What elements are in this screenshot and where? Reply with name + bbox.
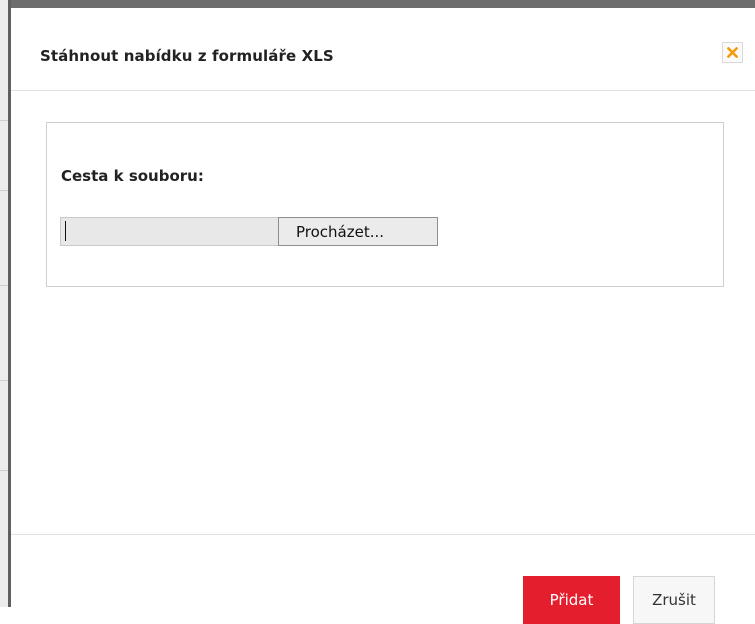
file-path-label: Cesta k souboru: bbox=[61, 167, 204, 185]
file-upload-panel: Cesta k souboru: Procházet... bbox=[46, 122, 724, 287]
text-caret bbox=[65, 221, 66, 241]
add-button[interactable]: Přidat bbox=[523, 576, 620, 624]
close-button[interactable] bbox=[722, 42, 743, 63]
import-dialog: Stáhnout nabídku z formuláře XLS Cesta k… bbox=[11, 8, 755, 624]
dialog-title: Stáhnout nabídku z formuláře XLS bbox=[40, 47, 334, 65]
dialog-footer: Přidat Zrušit bbox=[11, 534, 755, 624]
dialog-header: Stáhnout nabídku z formuláře XLS bbox=[11, 8, 755, 91]
close-x-icon bbox=[727, 47, 738, 58]
backdrop-top-edge bbox=[0, 0, 755, 8]
cancel-button[interactable]: Zrušit bbox=[633, 576, 715, 624]
browse-button[interactable]: Procházet... bbox=[278, 217, 438, 246]
file-path-caret-holder bbox=[60, 217, 278, 246]
